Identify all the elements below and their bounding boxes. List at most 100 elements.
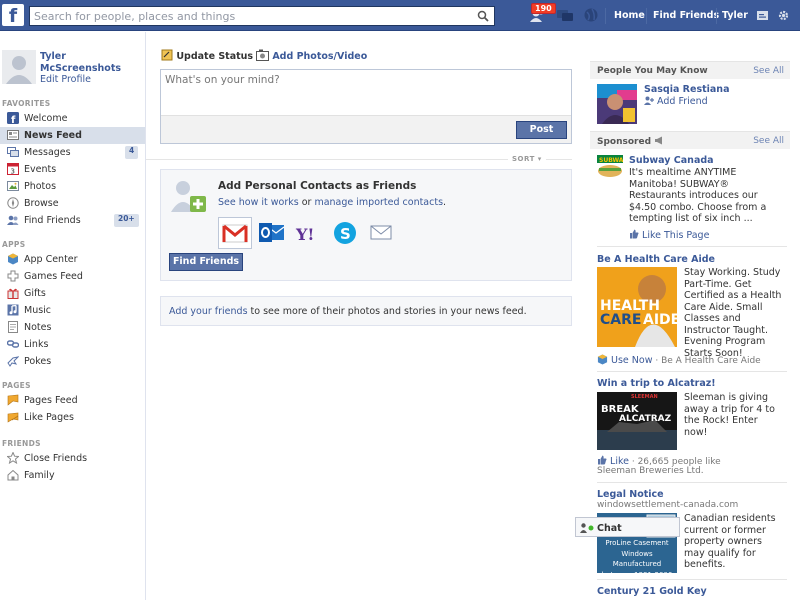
messages-icon[interactable]: [556, 7, 574, 23]
search-input[interactable]: [30, 7, 470, 25]
pymk-title: People You May Know: [597, 66, 708, 76]
sidebar-item-music[interactable]: Music: [0, 302, 145, 319]
svg-text:Y!: Y!: [295, 225, 314, 244]
manage-contacts-link[interactable]: manage imported contacts: [314, 197, 443, 208]
add-friend-label[interactable]: Add Friend: [657, 96, 708, 107]
ad-title-century-21[interactable]: Century 21 Gold Key: [597, 586, 707, 597]
profile-link[interactable]: Tyler: [722, 10, 748, 21]
facebook-icon: f: [7, 112, 19, 124]
outlook-icon: [259, 223, 285, 242]
sidebar-item-gifts[interactable]: Gifts: [0, 285, 145, 302]
find-friends-button[interactable]: Find Friends: [169, 253, 243, 271]
gmail-icon: [222, 224, 248, 243]
pymk-see-all-link[interactable]: See All: [753, 66, 784, 76]
email-icon: [370, 225, 392, 240]
photos-icon: [7, 181, 19, 191]
ad-title-legal-notice[interactable]: Legal Notice: [597, 489, 664, 500]
svg-text:SUBWAY: SUBWAY: [599, 157, 623, 164]
profile-name-first[interactable]: Tyler: [40, 51, 130, 63]
provider-outlook[interactable]: [255, 217, 289, 249]
sidebar-item-links[interactable]: Links: [0, 336, 145, 353]
apps-heading: APPS: [2, 240, 26, 249]
like-this-page-label[interactable]: Like This Page: [642, 230, 709, 241]
post-button[interactable]: Post: [516, 121, 567, 139]
sidebar-item-photos[interactable]: Photos: [0, 178, 145, 195]
sidebar-item-messages[interactable]: Messages 4: [0, 144, 145, 161]
profile-name[interactable]: Tyler McScreenshots: [40, 51, 130, 75]
add-friend-icon: [644, 96, 654, 105]
like-pages-icon: [7, 412, 19, 423]
gear-icon[interactable]: [777, 9, 790, 22]
privacy-shortcuts-icon[interactable]: [756, 9, 769, 21]
sponsored-see-all-link[interactable]: See All: [753, 136, 784, 146]
home-link[interactable]: Home: [614, 10, 645, 21]
provider-yahoo[interactable]: Y!: [292, 217, 326, 249]
events-icon: 3: [7, 163, 19, 175]
chat-tab[interactable]: Chat: [575, 517, 680, 537]
provider-email[interactable]: [366, 217, 400, 249]
ad-title-health-care-aide[interactable]: Be A Health Care Aide: [597, 254, 715, 265]
sidebar-item-like-pages[interactable]: Like Pages: [0, 409, 145, 426]
alcatraz-ad-image[interactable]: SLEEMAN BREAK ALCATRAZ: [597, 392, 677, 450]
facebook-logo[interactable]: f: [2, 4, 24, 26]
tab-add-photos[interactable]: Add Photos/Video: [256, 49, 367, 62]
sidebar-item-family[interactable]: Family: [0, 467, 145, 484]
left-sidebar: Tyler McScreenshots Edit Profile FAVORIT…: [0, 32, 146, 600]
sidebar-item-welcome[interactable]: f Welcome: [0, 110, 145, 127]
avatar[interactable]: [2, 50, 36, 84]
ad-image-text-health: HEALTH: [600, 298, 660, 314]
sidebar-item-app-center[interactable]: App Center: [0, 251, 145, 268]
sort-button[interactable]: SORT ▾: [508, 155, 546, 163]
topbar-divider: [605, 8, 606, 24]
see-how-link[interactable]: See how it works: [218, 197, 299, 208]
topbar-divider: [646, 8, 647, 24]
like-this-page-action[interactable]: Like This Page: [629, 229, 709, 241]
composer-footer: Post: [161, 115, 571, 143]
tab-update-status[interactable]: Update Status: [161, 49, 253, 62]
search-box: [29, 6, 495, 26]
sidebar-item-pages-feed[interactable]: Pages Feed: [0, 392, 145, 409]
chat-label[interactable]: Chat: [597, 523, 622, 534]
sidebar-item-label: Photos: [24, 181, 57, 192]
sidebar-item-label: Links: [24, 339, 49, 350]
sidebar-item-label: Games Feed: [24, 271, 83, 282]
pymk-photo[interactable]: [597, 84, 637, 124]
pymk-name[interactable]: Sasqia Restiana: [644, 84, 729, 95]
pages-heading: PAGES: [2, 381, 31, 390]
sidebar-item-notes[interactable]: Notes: [0, 319, 145, 336]
provider-gmail[interactable]: [218, 217, 252, 249]
tab-update-status-label[interactable]: Update Status: [176, 51, 253, 62]
subway-ad-image[interactable]: SUBWAY: [597, 155, 628, 181]
sidebar-item-pokes[interactable]: Pokes: [0, 353, 145, 370]
yahoo-icon: Y!: [295, 225, 314, 244]
status-input[interactable]: [165, 74, 565, 114]
sidebar-item-browse[interactable]: Browse: [0, 195, 145, 212]
add-friend-action[interactable]: Add Friend: [644, 96, 708, 107]
ad-title-alcatraz[interactable]: Win a trip to Alcatraz!: [597, 378, 716, 389]
notification-badge[interactable]: 190: [531, 3, 556, 14]
divider: [597, 579, 787, 580]
use-now-action[interactable]: Use Now · Be A Health Care Aide: [597, 354, 761, 366]
sidebar-item-games-feed[interactable]: Games Feed: [0, 268, 145, 285]
sidebar-item-news-feed[interactable]: News Feed: [0, 127, 145, 144]
search-icon[interactable]: [477, 10, 489, 22]
sidebar-item-label: Pokes: [24, 356, 52, 367]
add-your-friends-link[interactable]: Add your friends: [169, 306, 248, 317]
find-friends-link[interactable]: Find Friends: [653, 10, 719, 21]
sidebar-item-events[interactable]: 3 Events: [0, 161, 145, 178]
pokes-icon: [7, 356, 19, 367]
links-icon: [7, 340, 19, 348]
health-care-aide-ad-image[interactable]: HEALTH CARE AIDE: [597, 267, 677, 347]
use-now-label[interactable]: Use Now: [611, 355, 652, 366]
period-text: .: [443, 197, 447, 208]
sort-label[interactable]: SORT: [512, 155, 535, 163]
sidebar-item-close-friends[interactable]: Close Friends: [0, 450, 145, 467]
ad-title-subway[interactable]: Subway Canada: [629, 155, 714, 166]
edit-profile-link[interactable]: Edit Profile: [40, 74, 91, 85]
provider-skype[interactable]: S: [329, 217, 363, 249]
sidebar-item-find-friends[interactable]: Find Friends 20+: [0, 212, 145, 229]
tab-add-photos-label[interactable]: Add Photos/Video: [272, 51, 367, 62]
divider: [597, 482, 787, 483]
people-you-may-know-header: People You May Know See All: [590, 61, 790, 79]
globe-notifications-icon[interactable]: [582, 7, 600, 23]
